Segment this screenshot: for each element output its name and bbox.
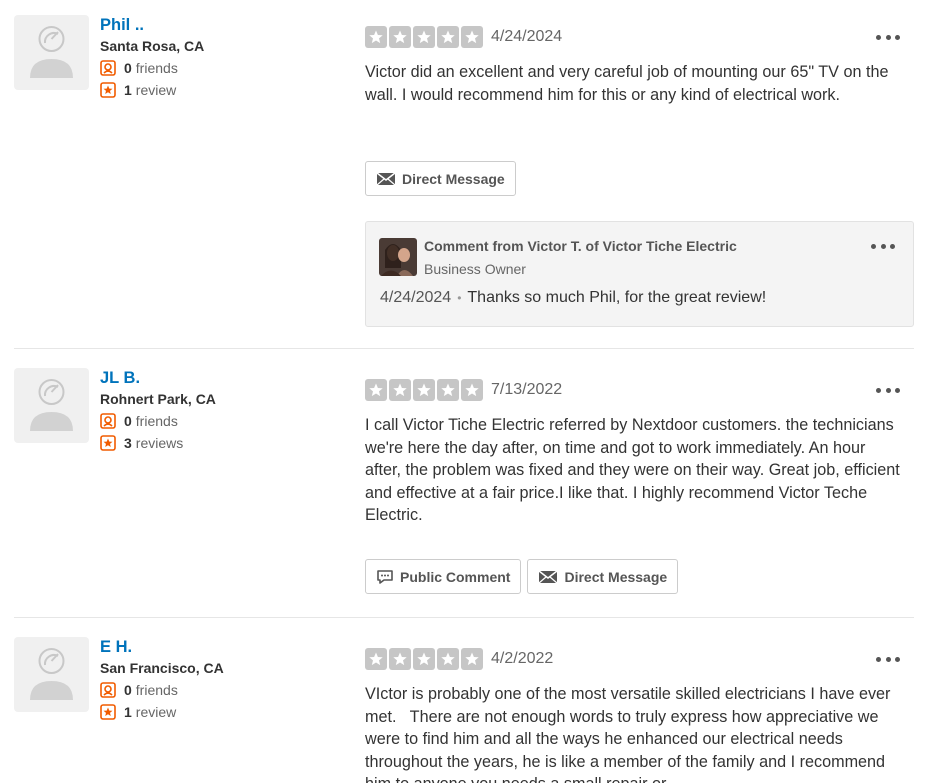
review-date: 4/24/2024 xyxy=(491,28,563,45)
user-info: JL B. Rohnert Park, CA 0 friends 3 reviews xyxy=(100,368,350,452)
speech-bubble-icon xyxy=(377,569,393,584)
review-content: 4/24/2024 Victor did an excellent and ve… xyxy=(365,15,914,327)
review-divider xyxy=(14,348,914,349)
review-item: E H. San Francisco, CA 0 friends 1 review … xyxy=(14,637,914,783)
more-options-button[interactable] xyxy=(876,25,900,49)
friends-count: 0 friends xyxy=(100,412,350,430)
owner-avatar[interactable] xyxy=(379,238,417,276)
star-icon xyxy=(413,379,435,401)
review-star-icon xyxy=(100,704,116,720)
star-icon xyxy=(389,26,411,48)
default-user-avatar-icon xyxy=(30,379,73,431)
star-icon xyxy=(437,648,459,670)
star-icon xyxy=(437,26,459,48)
review-star-icon xyxy=(100,435,116,451)
review-text: I call Victor Tiche Electric referred by… xyxy=(365,416,900,524)
more-options-button[interactable] xyxy=(876,647,900,671)
owner-comment: Comment from Victor T. of Victor Tiche E… xyxy=(365,221,914,327)
star-rating xyxy=(365,648,483,670)
owner-comment-text: Thanks so much Phil, for the great revie… xyxy=(467,289,767,306)
star-icon xyxy=(461,26,483,48)
separator-dot: • xyxy=(457,290,462,305)
friends-icon xyxy=(100,60,116,76)
direct-message-button[interactable]: Direct Message xyxy=(365,161,516,196)
owner-comment-body: 4/24/2024 • Thanks so much Phil, for the g… xyxy=(380,289,766,307)
star-icon xyxy=(389,379,411,401)
owner-comment-date: 4/24/2024 xyxy=(380,289,452,306)
star-icon xyxy=(461,379,483,401)
direct-message-button[interactable]: Direct Message xyxy=(527,559,679,594)
user-location: San Francisco, CA xyxy=(100,660,224,676)
review-text: Victor did an excellent and very careful… xyxy=(365,63,889,104)
reviews-count: 3 reviews xyxy=(100,434,350,452)
owner-comment-title: Comment from Victor T. of Victor Tiche E… xyxy=(424,238,737,254)
review-item: JL B. Rohnert Park, CA 0 friends 3 reviews… xyxy=(14,368,914,608)
rating-row: 4/2/2022 xyxy=(365,647,914,671)
star-icon xyxy=(413,26,435,48)
rating-row: 7/13/2022 xyxy=(365,378,914,402)
review-content: 7/13/2022 I call Victor Tiche Electric r… xyxy=(365,368,914,594)
rating-row: 4/24/2024 xyxy=(365,25,914,49)
default-user-avatar-icon xyxy=(30,648,73,700)
star-icon xyxy=(365,648,387,670)
user-location: Santa Rosa, CA xyxy=(100,38,205,54)
review-date: 7/13/2022 xyxy=(491,381,563,398)
star-icon xyxy=(389,648,411,670)
more-options-button[interactable] xyxy=(871,234,895,258)
friends-count: 0 friends xyxy=(100,681,350,699)
star-icon xyxy=(365,26,387,48)
star-icon xyxy=(413,648,435,670)
review-star-icon xyxy=(100,82,116,98)
review-item: Phil .. Santa Rosa, CA 0 friends 1 review … xyxy=(14,15,914,335)
user-location: Rohnert Park, CA xyxy=(100,391,216,407)
review-content: 4/2/2022 VIctor is probably one of the m… xyxy=(365,637,914,783)
star-rating xyxy=(365,26,483,48)
review-text: VIctor is probably one of the most versa… xyxy=(365,685,891,783)
star-icon xyxy=(437,379,459,401)
owner-role: Business Owner xyxy=(424,261,526,277)
user-info: E H. San Francisco, CA 0 friends 1 review xyxy=(100,637,350,721)
user-name-link[interactable]: JL B. xyxy=(100,368,140,388)
user-avatar[interactable] xyxy=(14,368,89,443)
friends-icon xyxy=(100,682,116,698)
friends-count: 0 friends xyxy=(100,59,350,77)
user-avatar[interactable] xyxy=(14,15,89,90)
default-user-avatar-icon xyxy=(30,26,73,78)
star-icon xyxy=(461,648,483,670)
public-comment-button[interactable]: Public Comment xyxy=(365,559,522,594)
reviews-count: 1 review xyxy=(100,81,350,99)
review-divider xyxy=(14,617,914,618)
envelope-icon xyxy=(539,569,558,583)
user-info: Phil .. Santa Rosa, CA 0 friends 1 review xyxy=(100,15,350,99)
more-options-button[interactable] xyxy=(876,378,900,402)
friends-icon xyxy=(100,413,116,429)
reviews-count: 1 review xyxy=(100,703,350,721)
user-avatar[interactable] xyxy=(14,637,89,712)
star-icon xyxy=(365,379,387,401)
user-name-link[interactable]: E H. xyxy=(100,637,132,657)
user-name-link[interactable]: Phil .. xyxy=(100,15,144,35)
star-rating xyxy=(365,379,483,401)
envelope-icon xyxy=(376,171,396,185)
review-date: 4/2/2022 xyxy=(491,650,554,667)
